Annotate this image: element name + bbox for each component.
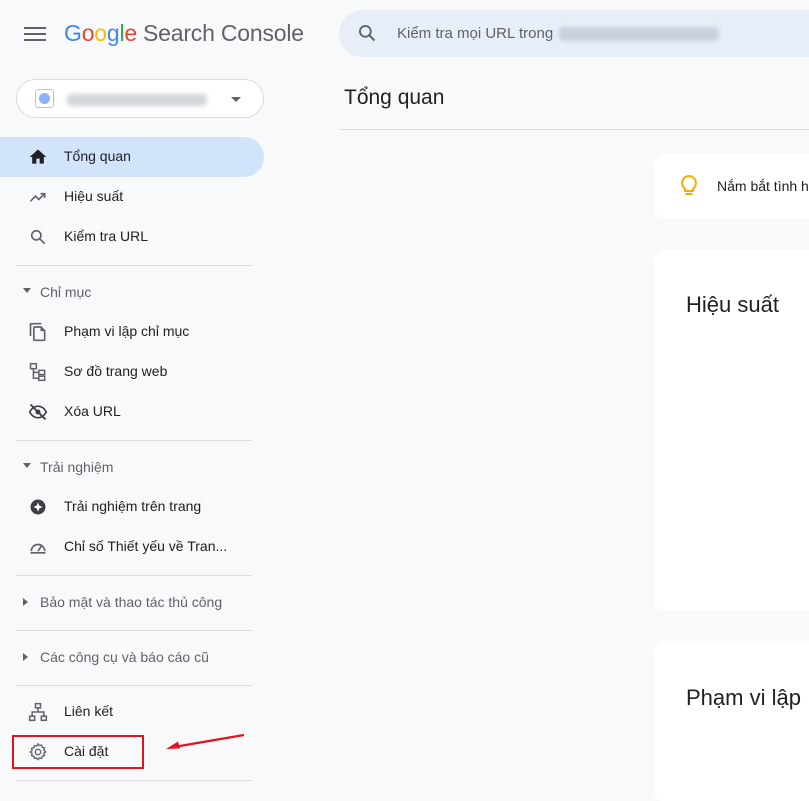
sidebar-item-performance[interactable]: Hiệu suất: [0, 177, 264, 217]
sidebar-item-overview[interactable]: Tổng quan: [0, 137, 264, 177]
section-label: Chỉ mục: [40, 284, 92, 300]
sidebar-item-label: Sơ đồ trang web: [64, 363, 168, 379]
chevron-right-icon: [23, 653, 28, 661]
sidebar-item-page-experience[interactable]: Trải nghiệm trên trang: [0, 487, 264, 527]
globe-icon: [35, 89, 54, 108]
blurred-property-name: [67, 94, 207, 106]
plus-circle-icon: [30, 499, 46, 515]
tip-text: Nắm bắt tình h: [717, 178, 809, 194]
annotation-arrow-icon: [166, 733, 245, 749]
trending-up-icon: [29, 192, 46, 202]
sidebar-item-label: Tổng quan: [64, 148, 131, 164]
search-icon: [30, 229, 46, 245]
sidebar-item-label: Hiệu suất: [64, 188, 124, 204]
sidebar-item-label: Kiểm tra URL: [64, 228, 149, 244]
sidebar-item-core-web-vitals[interactable]: Chỉ số Thiết yếu về Tran...: [0, 527, 264, 567]
home-icon: [29, 149, 47, 164]
sidebar-item-label: Chỉ số Thiết yếu về Tran...: [64, 538, 228, 554]
performance-card[interactable]: Hiệu suất: [654, 250, 809, 610]
section-header-experience[interactable]: Trải nghiệm: [0, 452, 264, 482]
sidebar-item-label: Xóa URL: [64, 403, 121, 419]
sidebar-divider: [16, 780, 252, 781]
chevron-right-icon: [23, 598, 28, 606]
top-app-bar: Google Search Console Kiểm tra mọi URL tr…: [0, 0, 809, 68]
speedometer-icon: [30, 543, 46, 554]
page-title: Tổng quan: [344, 86, 445, 109]
section-header-legacy-tools[interactable]: Các công cụ và báo cáo cũ: [0, 642, 264, 672]
sidebar-item-sitemaps[interactable]: Sơ đồ trang web: [0, 352, 264, 392]
sidebar-divider: [16, 440, 252, 441]
sidebar-item-url-inspection[interactable]: Kiểm tra URL: [0, 217, 264, 257]
tip-card[interactable]: Nắm bắt tình h: [654, 154, 809, 218]
sidebar-item-label: Phạm vi lập chỉ mục: [64, 323, 190, 339]
dropdown-arrow-icon: [231, 97, 241, 102]
search-placeholder: Kiểm tra mọi URL trong: [397, 25, 720, 42]
card-title: Hiệu suất: [686, 292, 779, 317]
lightbulb-icon: [681, 174, 697, 195]
blurred-property-url: [559, 27, 720, 42]
chevron-down-icon: [23, 463, 31, 468]
card-title: Phạm vi lập: [686, 685, 801, 710]
sidebar-divider: [16, 265, 252, 266]
sidebar-item-label: Trải nghiệm trên trang: [64, 498, 202, 514]
section-header-index[interactable]: Chỉ mục: [0, 277, 264, 307]
sidebar-item-label: Liên kết: [64, 703, 114, 719]
google-search-console-logo[interactable]: Google Search Console: [64, 20, 304, 47]
sitemap-icon: [29, 362, 46, 382]
index-coverage-card[interactable]: Phạm vi lập: [654, 641, 809, 801]
section-header-security[interactable]: Bảo mật và thao tác thủ công: [0, 587, 264, 617]
section-label: Trải nghiệm: [40, 459, 114, 475]
sidebar-item-index-coverage[interactable]: Phạm vi lập chỉ mục: [0, 312, 264, 352]
section-label: Các công cụ và báo cáo cũ: [40, 649, 209, 665]
property-selector[interactable]: [16, 79, 264, 118]
sidebar-divider: [16, 575, 252, 576]
settings-highlight-box: [12, 735, 144, 769]
copy-pages-icon: [29, 322, 46, 342]
hamburger-menu-icon[interactable]: [24, 24, 46, 44]
section-label: Bảo mật và thao tác thủ công: [40, 594, 223, 610]
chevron-down-icon: [23, 288, 31, 293]
title-divider: [340, 129, 809, 130]
sidebar-divider: [16, 630, 252, 631]
search-icon: [359, 25, 376, 42]
sidebar-divider: [16, 685, 252, 686]
url-inspection-search-bar[interactable]: Kiểm tra mọi URL trong: [339, 10, 809, 57]
visibility-off-icon: [28, 403, 48, 421]
network-icon: [28, 702, 48, 722]
sidebar-item-removals[interactable]: Xóa URL: [0, 392, 264, 432]
sidebar-item-links[interactable]: Liên kết: [0, 692, 264, 732]
